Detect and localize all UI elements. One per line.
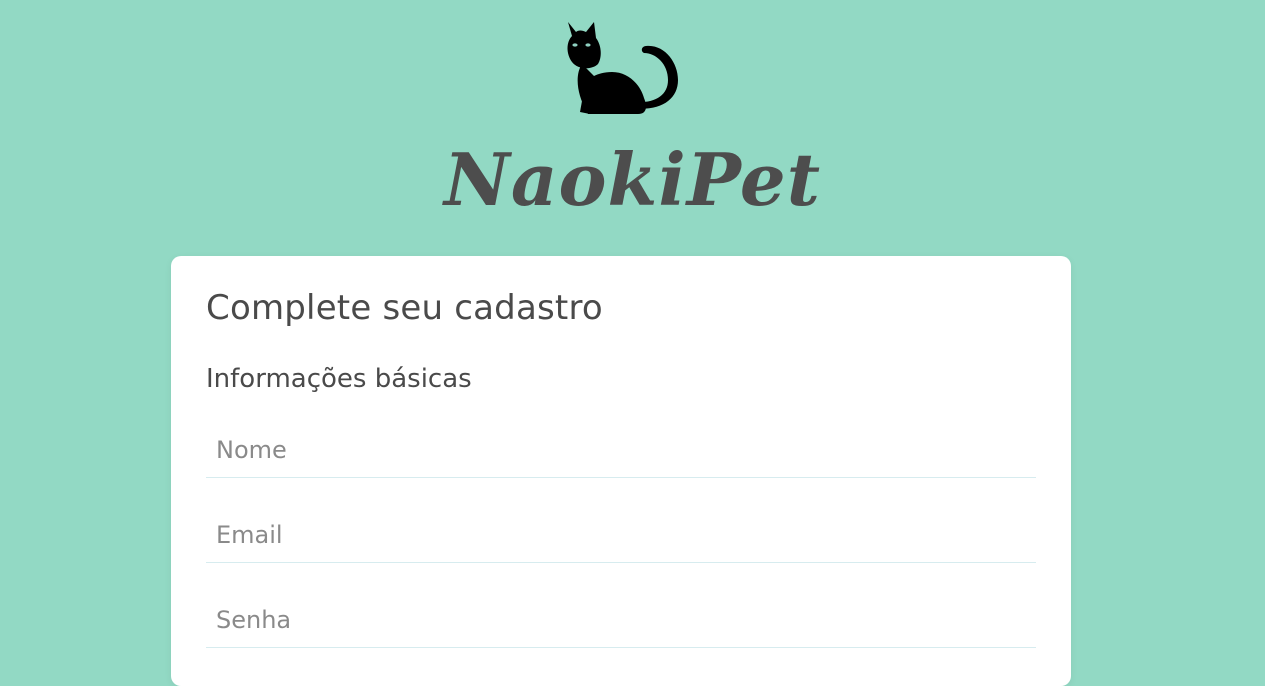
black-cat-icon [560,20,684,120]
email-field [206,508,1036,564]
name-field [206,423,1036,479]
name-input[interactable] [206,423,1036,478]
email-input[interactable] [206,508,1036,563]
card-title: Complete seu cadastro [206,288,603,328]
section-title: Informações básicas [206,364,472,394]
password-field [206,593,1036,649]
password-input[interactable] [206,593,1036,648]
brand-name: NaokiPet [444,137,821,222]
registration-card: Complete seu cadastro Informações básica… [171,256,1071,686]
